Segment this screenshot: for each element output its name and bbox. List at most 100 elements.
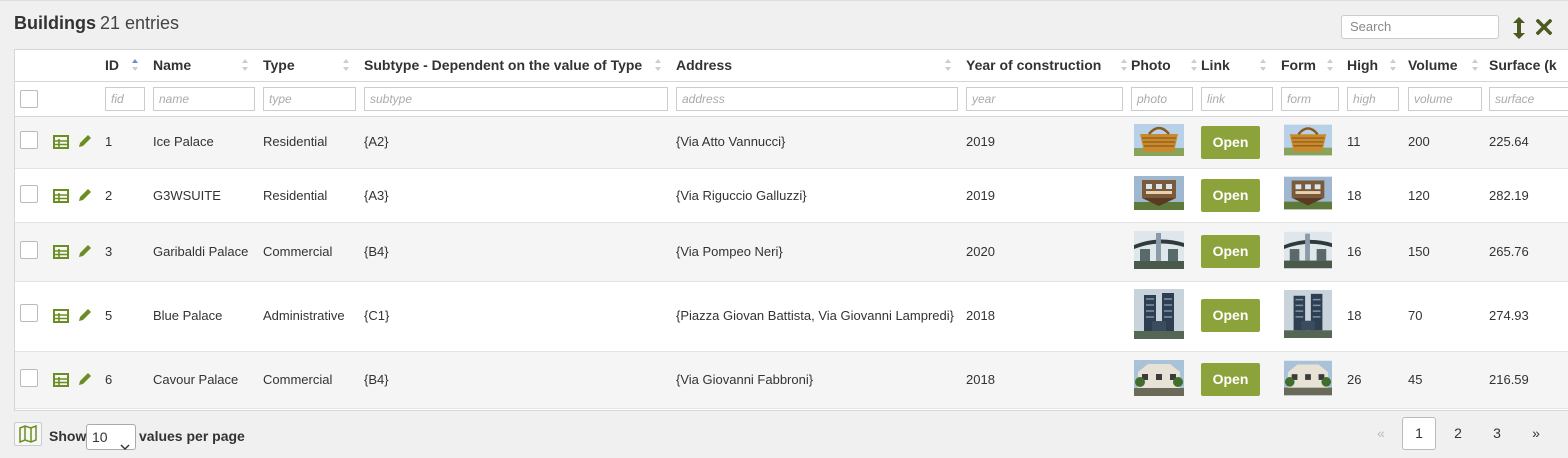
row-checkbox[interactable]: [20, 369, 38, 387]
close-icon[interactable]: [1535, 18, 1553, 36]
column-header-surface[interactable]: Surface (k: [1489, 50, 1557, 81]
row-checkbox[interactable]: [20, 131, 38, 149]
table-icon[interactable]: [53, 188, 69, 204]
sort-icon[interactable]: [242, 58, 248, 72]
filter-input-subtype[interactable]: subtype: [364, 87, 668, 111]
column-header-link[interactable]: Link: [1201, 50, 1230, 81]
filter-input-type[interactable]: type: [263, 87, 356, 111]
table-header: ID Name Type Subtype - Dependent on the …: [15, 50, 1568, 82]
cell-id: 2: [105, 188, 113, 203]
sort-icon[interactable]: [1260, 58, 1266, 72]
pencil-icon[interactable]: [77, 133, 93, 149]
photo-thumbnail[interactable]: [1134, 289, 1184, 339]
cell-address: {Piazza Giovan Battista, Via Giovanni La…: [676, 308, 954, 323]
pagination-page-3[interactable]: 3: [1480, 417, 1514, 450]
table-icon[interactable]: [53, 308, 69, 324]
photo-thumbnail[interactable]: [1134, 124, 1184, 156]
column-header-year[interactable]: Year of construction: [966, 50, 1101, 81]
sort-icon[interactable]: [1121, 58, 1127, 72]
open-link-button[interactable]: Open: [1201, 363, 1260, 396]
row-checkbox[interactable]: [20, 241, 38, 259]
map-icon[interactable]: [14, 422, 42, 446]
column-header-high[interactable]: High: [1347, 50, 1378, 81]
page-title: Buildings 21 entries: [14, 13, 179, 34]
filter-input-year[interactable]: year: [966, 87, 1123, 111]
sort-icon[interactable]: [1390, 58, 1396, 72]
form-thumbnail[interactable]: [1284, 360, 1334, 396]
sort-icon[interactable]: [1191, 58, 1197, 72]
cell-volume: 150: [1408, 244, 1430, 259]
filter-input-form[interactable]: form: [1281, 87, 1339, 111]
row-checkbox[interactable]: [20, 185, 38, 203]
table-icon[interactable]: [53, 244, 69, 260]
filter-input-id[interactable]: fid: [105, 87, 145, 111]
photo-thumbnail[interactable]: [1134, 176, 1184, 210]
sort-icon[interactable]: [655, 58, 661, 72]
cell-name: Blue Palace: [153, 308, 223, 323]
filter-input-volume[interactable]: volume: [1408, 87, 1482, 111]
cell-year: 2019: [966, 134, 995, 149]
cell-surface: 265.76: [1489, 244, 1529, 259]
pagination-next[interactable]: »: [1519, 417, 1553, 450]
column-header-form[interactable]: Form: [1281, 50, 1316, 81]
table-row[interactable]: 2 G3WSUITE Residential {A3} {Via Rigucci…: [15, 169, 1568, 223]
open-link-button[interactable]: Open: [1201, 179, 1260, 212]
select-all-checkbox[interactable]: [20, 90, 38, 108]
table-row[interactable]: 6 Cavour Palace Commercial {B4} {Via Gio…: [15, 352, 1568, 409]
cell-volume: 70: [1408, 308, 1423, 323]
filter-input-high[interactable]: high: [1347, 87, 1399, 111]
cell-year: 2018: [966, 308, 995, 323]
row-checkbox[interactable]: [20, 304, 38, 322]
photo-thumbnail[interactable]: [1134, 231, 1184, 269]
cell-id: 3: [105, 244, 113, 259]
photo-thumbnail[interactable]: [1134, 360, 1184, 396]
filter-input-name[interactable]: name: [153, 87, 255, 111]
expand-vertical-icon[interactable]: [1511, 17, 1527, 39]
filter-input-photo[interactable]: photo: [1131, 87, 1193, 111]
cell-high: 26: [1347, 372, 1362, 387]
open-link-button[interactable]: Open: [1201, 235, 1260, 268]
per-page-select[interactable]: 10: [86, 424, 136, 451]
form-thumbnail[interactable]: [1284, 231, 1334, 269]
pencil-icon[interactable]: [77, 307, 93, 323]
table-row[interactable]: 1 Ice Palace Residential {A2} {Via Atto …: [15, 117, 1568, 169]
cell-subtype: {A3}: [364, 188, 389, 203]
sort-icon[interactable]: [343, 58, 349, 72]
column-header-volume[interactable]: Volume: [1408, 50, 1458, 81]
table-icon[interactable]: [53, 372, 69, 388]
sort-icon[interactable]: [1327, 58, 1333, 72]
cell-high: 11: [1347, 134, 1361, 149]
form-thumbnail[interactable]: [1284, 124, 1334, 156]
column-header-subtype[interactable]: Subtype - Dependent on the value of Type: [364, 50, 642, 81]
cell-type: Commercial: [263, 372, 333, 387]
pagination-page-2[interactable]: 2: [1441, 417, 1475, 450]
sort-icon[interactable]: [945, 58, 951, 72]
show-label: Show: [49, 428, 87, 444]
table-row[interactable]: 3 Garibaldi Palace Commercial {B4} {Via …: [15, 223, 1568, 282]
open-link-button[interactable]: Open: [1201, 126, 1260, 159]
pencil-icon[interactable]: [77, 371, 93, 387]
form-thumbnail[interactable]: [1284, 289, 1334, 339]
open-link-button[interactable]: Open: [1201, 299, 1260, 332]
table-icon[interactable]: [53, 134, 69, 150]
pagination-prev[interactable]: «: [1364, 417, 1398, 450]
column-header-name[interactable]: Name: [153, 50, 191, 81]
form-thumbnail[interactable]: [1284, 176, 1334, 210]
cell-surface: 282.19: [1489, 188, 1529, 203]
column-header-photo[interactable]: Photo: [1131, 50, 1171, 81]
column-header-id[interactable]: ID: [105, 50, 119, 81]
filter-input-link[interactable]: link: [1201, 87, 1273, 111]
filter-input-surface[interactable]: surface: [1489, 87, 1568, 111]
sort-asc-icon[interactable]: [132, 58, 138, 72]
pencil-icon[interactable]: [77, 243, 93, 259]
sort-icon[interactable]: [1472, 58, 1478, 72]
pagination-page-1[interactable]: 1: [1402, 417, 1436, 450]
column-header-address[interactable]: Address: [676, 50, 732, 81]
cell-year: 2019: [966, 188, 995, 203]
filter-input-address[interactable]: address: [676, 87, 958, 111]
search-input[interactable]: Search: [1341, 15, 1499, 39]
cell-volume: 45: [1408, 372, 1423, 387]
table-row[interactable]: 5 Blue Palace Administrative {C1} {Piazz…: [15, 282, 1568, 352]
pencil-icon[interactable]: [77, 187, 93, 203]
column-header-type[interactable]: Type: [263, 50, 295, 81]
